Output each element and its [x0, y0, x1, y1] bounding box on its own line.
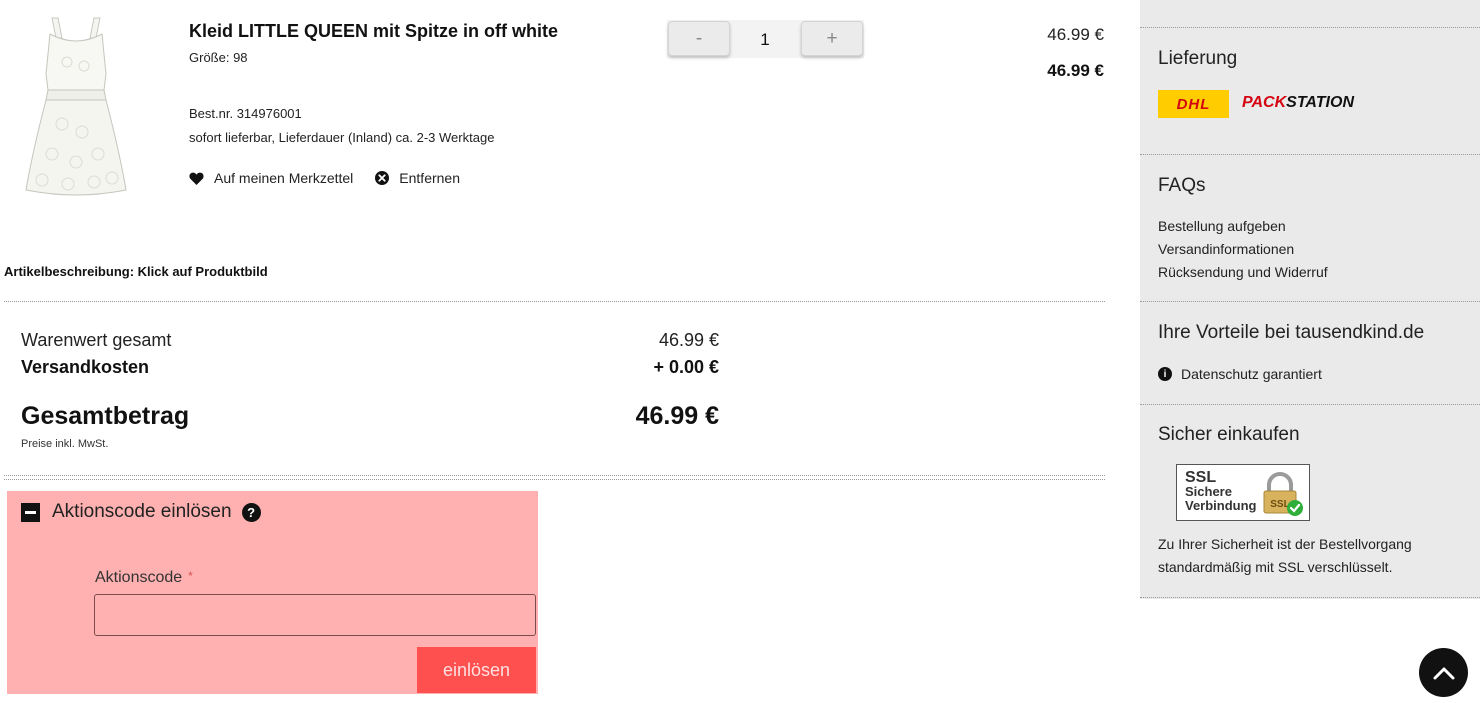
faq-link-returns[interactable]: Rücksendung und Widerruf — [1158, 264, 1328, 280]
ssl-badge-line2: Verbindung — [1185, 498, 1257, 513]
line-total: 46.99 € — [1047, 61, 1104, 80]
description-hint: Artikelbeschreibung: Klick auf Produktbi… — [4, 264, 268, 279]
ssl-badge-text: SSL Sichere Verbindung — [1185, 469, 1257, 513]
summary-shipping-value: + 0.00 € — [653, 357, 719, 377]
sidebar: Lieferung DHL PACKSTATION FAQs Bestellun… — [1140, 0, 1480, 599]
quantity-increase-button[interactable]: + — [801, 21, 863, 56]
lock-icon: SSL — [1263, 472, 1303, 516]
product-actions: Auf meinen Merkzettel Entfernen — [189, 170, 460, 186]
product-availability: sofort lieferbar, Lieferdauer (Inland) c… — [189, 130, 495, 145]
close-circle-icon — [375, 171, 390, 185]
wishlist-label: Auf meinen Merkzettel — [214, 170, 354, 186]
promo-code-title[interactable]: Aktionscode einlösen — [52, 501, 232, 523]
security-text-line1: Zu Ihrer Sicherheit ist der Bestellvorga… — [1158, 536, 1412, 552]
summary-shipping-label: Versandkosten — [21, 357, 150, 377]
dhl-logo-text: DHL — [1176, 95, 1211, 113]
promo-code-input[interactable] — [94, 594, 536, 636]
unit-price: 46.99 € — [1047, 25, 1104, 44]
sidebar-divider — [1140, 154, 1480, 155]
sidebar-divider — [1140, 597, 1480, 598]
scroll-to-top-button[interactable] — [1419, 648, 1468, 697]
quantity-stepper: - 1 + — [667, 20, 864, 58]
dhl-logo: DHL — [1158, 90, 1229, 118]
product-size: Größe: 98 — [189, 50, 248, 65]
faq-link-order[interactable]: Bestellung aufgeben — [1158, 218, 1286, 234]
promo-code-panel: Aktionscode einlösen ? Aktionscode * einl… — [7, 491, 538, 694]
sidebar-divider — [1140, 27, 1480, 28]
packstation-pack: PACK — [1242, 94, 1287, 111]
quantity-decrease-button[interactable]: - — [668, 21, 730, 56]
summary-total-label: Gesamtbetrag — [21, 402, 190, 430]
promo-code-label-text: Aktionscode — [95, 569, 183, 586]
summary-goods-label: Warenwert gesamt — [21, 330, 172, 350]
packstation-station: STATION — [1286, 94, 1354, 111]
sidebar-divider — [1140, 301, 1480, 302]
vat-note: Preise inkl. MwSt. — [21, 438, 109, 450]
heart-icon — [189, 172, 204, 185]
chevron-up-icon — [1433, 667, 1454, 679]
security-text-line2: standardmäßig mit SSL verschlüsselt. — [1158, 559, 1393, 575]
product-title[interactable]: Kleid LITTLE QUEEN mit Spitze in off whi… — [189, 21, 558, 42]
ssl-badge-title: SSL — [1185, 469, 1217, 486]
required-mark: * — [188, 569, 193, 583]
summary-shipping-row: Versandkosten + 0.00 € — [21, 357, 719, 378]
product-image[interactable] — [22, 14, 130, 200]
delivery-heading: Lieferung — [1158, 48, 1238, 69]
remove-label: Entfernen — [399, 170, 461, 186]
ssl-badge: SSL Sichere Verbindung SSL — [1176, 464, 1310, 521]
question-circle-icon[interactable]: ? — [241, 502, 261, 522]
divider — [4, 301, 1105, 302]
faq-link-shipping[interactable]: Versandinformationen — [1158, 241, 1294, 257]
summary-total-value: 46.99 € — [635, 402, 719, 430]
summary-goods-value: 46.99 € — [658, 330, 719, 350]
quantity-value[interactable]: 1 — [735, 30, 795, 50]
promo-code-label: Aktionscode * — [95, 569, 193, 587]
minus-square-icon[interactable] — [21, 502, 40, 522]
divider — [4, 479, 1105, 480]
benefits-heading: Ihre Vorteile bei tausendkind.de — [1158, 322, 1425, 343]
summary-total-row: Gesamtbetrag 46.99 € — [21, 402, 719, 431]
secure-shopping-heading: Sicher einkaufen — [1158, 424, 1300, 445]
divider — [4, 475, 1105, 476]
sidebar-divider — [1140, 404, 1480, 405]
packstation-logo: PACKSTATION — [1242, 94, 1354, 112]
product-sku: Best.nr. 314976001 — [189, 106, 302, 121]
info-circle-icon: i — [1158, 367, 1172, 381]
remove-item-link[interactable]: Entfernen — [375, 170, 460, 186]
faqs-heading: FAQs — [1158, 175, 1206, 196]
summary-goods-row: Warenwert gesamt 46.99 € — [21, 330, 719, 351]
ssl-badge-line1: Sichere — [1185, 484, 1232, 499]
add-to-wishlist-link[interactable]: Auf meinen Merkzettel — [189, 170, 353, 186]
benefit-item: i Datenschutz garantiert — [1158, 366, 1322, 382]
ssl-lock-text: SSL — [1270, 499, 1289, 510]
promo-code-toggle[interactable]: Aktionscode einlösen ? — [21, 501, 261, 523]
redeem-button[interactable]: einlösen — [417, 647, 536, 693]
benefit-label: Datenschutz garantiert — [1181, 366, 1322, 382]
